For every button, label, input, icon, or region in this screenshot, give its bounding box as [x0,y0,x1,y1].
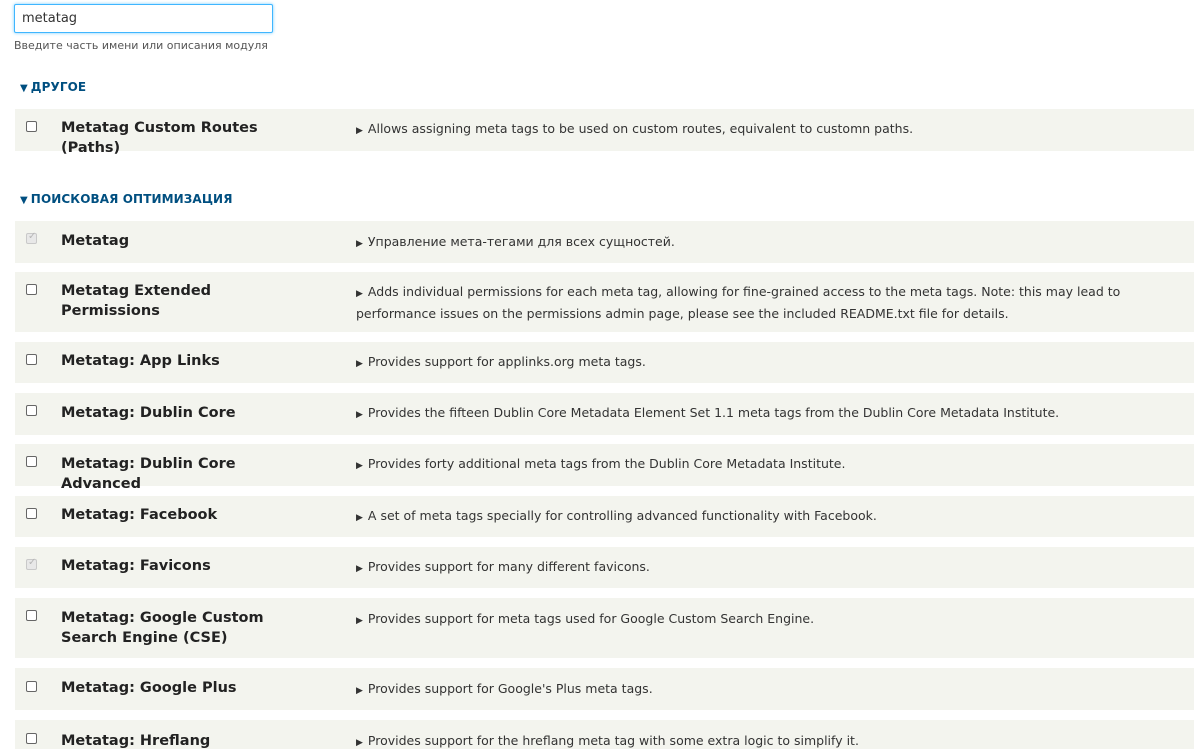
group-toggle-other[interactable]: ▼ ДРУГОЕ [20,80,86,94]
module-search-help: Введите часть имени или описания модуля [14,39,268,52]
module-description[interactable]: ▶ Provides forty additional meta tags fro… [356,454,1156,476]
module-description[interactable]: ▶ Adds individual permissions for each me… [356,282,1156,324]
module-checkbox[interactable] [26,284,37,295]
module-checkbox [26,231,37,244]
module-description[interactable]: ▶ Provides support for the hreflang meta … [356,731,1156,753]
module-description-text: Provides support for the hreflang meta t… [367,733,859,748]
module-description[interactable]: ▶ Provides support for meta tags used for… [356,609,1156,631]
group-title-other: ДРУГОЕ [30,80,87,94]
module-row: Metatag: Favicons ▶ Provides support for … [15,547,1194,588]
module-description[interactable]: ▶ Управление мета-тегами для всех сущност… [356,232,1156,254]
triangle-right-icon: ▶ [356,410,363,420]
module-description[interactable]: ▶ A set of meta tags specially for contro… [356,506,1156,528]
module-name[interactable]: Metatag: Google Custom Search Engine (CS… [61,608,311,648]
triangle-right-icon: ▶ [356,738,363,748]
module-checkbox[interactable] [26,681,37,692]
module-name[interactable]: Metatag: Dublin Core [61,403,311,423]
triangle-right-icon: ▶ [356,461,363,471]
module-row: Metatag: Dublin Core Advanced ▶ Provides … [15,444,1194,492]
module-description[interactable]: ▶ Provides support for Google's Plus meta… [356,679,1156,701]
group-toggle-seo[interactable]: ▼ ПОИСКОВАЯ ОПТИМИЗАЦИЯ [20,192,233,206]
module-checkbox [26,557,37,570]
triangle-right-icon: ▶ [356,616,363,626]
module-row: Metatag ▶ Управление мета-тегами для всех… [15,221,1194,263]
module-description-text: Управление мета-тегами для всех сущносте… [367,234,675,249]
module-row: Metatag: Google Plus ▶ Provides support f… [15,668,1194,710]
triangle-right-icon: ▶ [356,513,363,523]
module-row: Metatag: App Links ▶ Provides support for… [15,342,1194,383]
module-description[interactable]: ▶ Provides support for applinks.org meta … [356,352,1156,374]
group-title-seo: ПОИСКОВАЯ ОПТИМИЗАЦИЯ [30,192,233,206]
module-description-text: Provides support for Google's Plus meta … [367,681,653,696]
module-checkbox[interactable] [26,733,37,744]
module-row: Metatag: Google Custom Search Engine (CS… [15,598,1194,658]
module-description-text: A set of meta tags specially for control… [367,508,877,523]
module-name[interactable]: Metatag: App Links [61,351,311,371]
triangle-right-icon: ▶ [356,239,363,249]
module-description[interactable]: ▶ Allows assigning meta tags to be used o… [356,119,1156,141]
module-checkbox[interactable] [26,610,37,621]
module-name[interactable]: Metatag: Google Plus [61,678,311,698]
module-checkbox[interactable] [26,121,37,132]
module-row: Metatag: Hreflang ▶ Provides support for … [15,720,1194,749]
module-checkbox[interactable] [26,508,37,519]
triangle-down-icon: ▼ [20,195,28,206]
module-name: Metatag [61,233,130,249]
module-row: Metatag Extended Permissions ▶ Adds indiv… [15,272,1194,332]
module-description[interactable]: ▶ Provides the fifteen Dublin Core Metada… [356,403,1156,425]
module-description-text: Provides support for meta tags used for … [367,611,815,626]
triangle-right-icon: ▶ [356,564,363,574]
module-description[interactable]: ▶ Provides support for many different fav… [356,557,1156,579]
module-description-text: Allows assigning meta tags to be used on… [367,121,914,136]
triangle-right-icon: ▶ [356,359,363,369]
module-row: Metatag Custom Routes (Paths) ▶ Allows as… [15,109,1194,156]
module-search-input[interactable] [14,4,273,33]
triangle-down-icon: ▼ [20,83,28,94]
module-description-text: Provides the fifteen Dublin Core Metadat… [367,405,1060,420]
module-description-text: Provides support for many different favi… [367,559,650,574]
module-name[interactable]: Metatag Custom Routes (Paths) [61,118,311,158]
module-name: Metatag: Favicons [61,558,211,574]
triangle-right-icon: ▶ [356,126,363,136]
module-checkbox[interactable] [26,456,37,467]
module-description-text: Provides support for applinks.org meta t… [367,354,646,369]
triangle-right-icon: ▶ [356,289,363,299]
module-description-text: Adds individual permissions for each met… [356,284,1121,321]
module-checkbox[interactable] [26,354,37,365]
triangle-right-icon: ▶ [356,686,363,696]
module-name[interactable]: Metatag: Dublin Core Advanced [61,454,311,494]
module-row: Metatag: Facebook ▶ A set of meta tags sp… [15,496,1194,537]
module-checkbox[interactable] [26,405,37,416]
module-name[interactable]: Metatag Extended Permissions [61,281,311,321]
module-description-text: Provides forty additional meta tags from… [367,456,846,471]
module-name[interactable]: Metatag: Facebook [61,505,311,525]
module-row: Metatag: Dublin Core ▶ Provides the fifte… [15,393,1194,435]
module-name[interactable]: Metatag: Hreflang [61,731,311,751]
